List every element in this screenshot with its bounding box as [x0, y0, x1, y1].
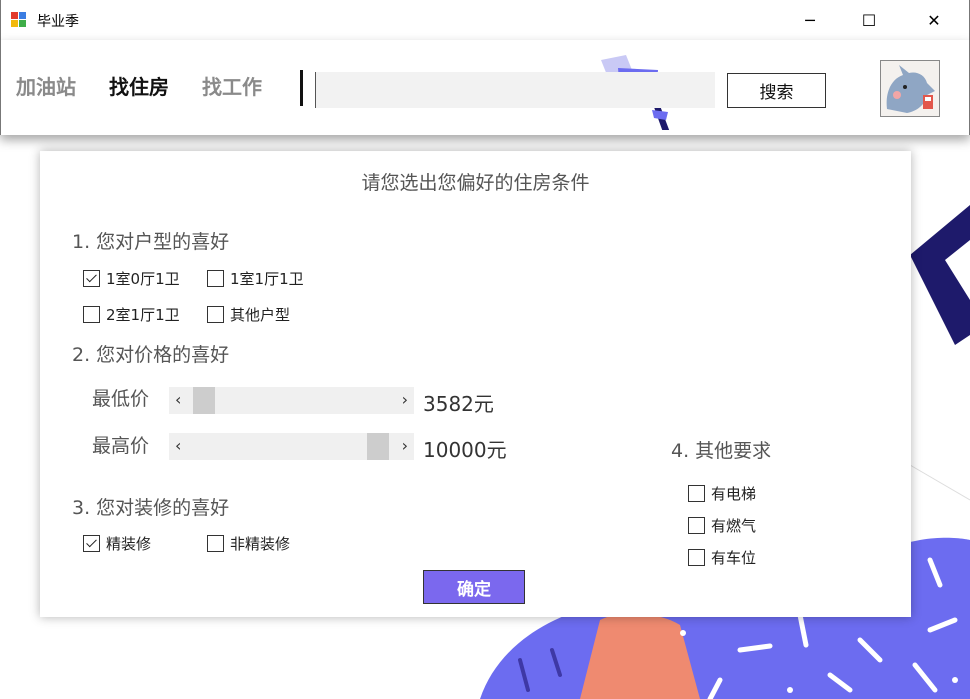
close-icon: ✕ — [927, 10, 941, 30]
checkbox-unchecked-icon — [688, 517, 705, 534]
checkbox-has-elevator[interactable]: 有电梯 — [688, 483, 756, 504]
checkbox-unchecked-icon — [207, 535, 224, 552]
checkbox-checked-icon — [83, 535, 100, 552]
nav-item-housing[interactable]: 找住房 — [109, 71, 169, 100]
checkbox-layout-other[interactable]: 其他户型 — [207, 304, 290, 325]
panel-title: 请您选出您偏好的住房条件 — [361, 172, 590, 194]
max-price-label: 最高价 — [92, 435, 150, 457]
scroll-right-icon[interactable]: › — [402, 390, 408, 409]
max-price-thumb[interactable] — [367, 433, 389, 460]
scroll-right-icon[interactable]: › — [402, 436, 408, 455]
nav-item-jobs[interactable]: 找工作 — [202, 71, 262, 100]
window-title: 毕业季 — [37, 14, 79, 30]
checkbox-unchecked-icon — [207, 270, 224, 287]
checkbox-layout-2r1l1b[interactable]: 2室1厅1卫 — [83, 304, 180, 325]
section-title-price: 2. 您对价格的喜好 — [72, 344, 230, 366]
avatar-illustration — [881, 61, 939, 116]
minimize-icon: ─ — [805, 10, 815, 30]
section-title-decoration: 3. 您对装修的喜好 — [72, 497, 230, 519]
min-price-label: 最低价 — [92, 388, 150, 410]
checkbox-non-fine-decoration[interactable]: 非精装修 — [207, 533, 290, 554]
checkbox-unchecked-icon — [688, 549, 705, 566]
section-title-layout: 1. 您对户型的喜好 — [72, 231, 230, 253]
checkbox-unchecked-icon — [207, 306, 224, 323]
checkbox-has-gas[interactable]: 有燃气 — [688, 515, 756, 536]
confirm-button[interactable]: 确定 — [423, 570, 525, 604]
search-button[interactable]: 搜索 — [727, 73, 826, 108]
app-header: 加油站 找住房 找工作 搜索 — [0, 40, 970, 135]
app-icon — [11, 12, 27, 28]
text-cursor — [300, 70, 303, 106]
min-price-thumb[interactable] — [193, 387, 215, 414]
checkbox-unchecked-icon — [688, 485, 705, 502]
minimize-button[interactable]: ─ — [787, 0, 833, 40]
scroll-left-icon[interactable]: ‹ — [175, 390, 181, 409]
max-price-value: 10000元 — [423, 438, 507, 462]
close-button[interactable]: ✕ — [911, 0, 957, 40]
checkbox-unchecked-icon — [83, 306, 100, 323]
checkbox-layout-1r1l1b[interactable]: 1室1厅1卫 — [207, 268, 304, 289]
section-title-other: 4. 其他要求 — [671, 440, 772, 462]
avatar[interactable] — [880, 60, 940, 117]
title-bar: 毕业季 ─ ☐ ✕ — [0, 0, 970, 40]
maximize-button[interactable]: ☐ — [846, 0, 892, 40]
min-price-value: 3582元 — [423, 392, 494, 416]
checkbox-checked-icon — [83, 270, 100, 287]
max-price-scrollbar[interactable]: ‹ › — [169, 433, 414, 460]
search-input[interactable] — [315, 72, 715, 108]
housing-preferences-panel: 请您选出您偏好的住房条件 1. 您对户型的喜好 1室0厅1卫 1室1厅1卫 2室… — [40, 151, 911, 617]
min-price-scrollbar[interactable]: ‹ › — [169, 387, 414, 414]
checkbox-layout-1r0l1b[interactable]: 1室0厅1卫 — [83, 268, 180, 289]
nav-item-gas-station[interactable]: 加油站 — [16, 71, 76, 100]
checkbox-fine-decoration[interactable]: 精装修 — [83, 533, 151, 554]
scroll-left-icon[interactable]: ‹ — [175, 436, 181, 455]
maximize-icon: ☐ — [861, 10, 877, 30]
checkbox-has-parking[interactable]: 有车位 — [688, 547, 756, 568]
